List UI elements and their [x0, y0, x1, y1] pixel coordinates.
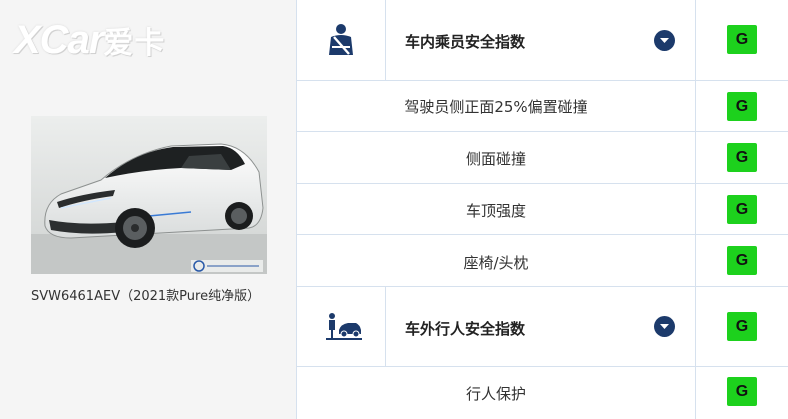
chevron-down-icon[interactable] — [654, 316, 675, 337]
section-title: 车外行人安全指数 — [405, 320, 526, 338]
rating-badge: G — [727, 195, 757, 224]
test-label: 行人保护 — [465, 385, 526, 403]
test-row: 行人保护 G — [297, 367, 788, 419]
seatbelt-occupant-icon — [329, 24, 353, 55]
vehicle-photo — [31, 116, 267, 274]
chevron-down-icon[interactable] — [654, 30, 675, 51]
test-row: 驾驶员侧正面25%偏置碰撞 G — [297, 81, 788, 132]
test-row: 座椅/头枕 G — [297, 235, 788, 287]
test-label: 驾驶员侧正面25%偏置碰撞 — [404, 98, 588, 116]
rating-badge: G — [727, 143, 757, 172]
rating-badge: G — [727, 312, 757, 341]
vehicle-caption: SVW6461AEV（2021款Pure纯净版） — [31, 289, 261, 304]
test-label: 座椅/头枕 — [463, 254, 529, 272]
rating-badge: G — [727, 25, 757, 54]
section-header-occupant[interactable]: 车内乘员安全指数 G — [297, 0, 788, 81]
rating-badge: G — [727, 92, 757, 121]
pedestrian-car-icon — [326, 313, 362, 340]
vehicle-panel: XCar爱卡 SVW6461AEV（2021款Pure纯净版） — [0, 0, 297, 419]
test-label: 车顶强度 — [465, 202, 526, 220]
section-title: 车内乘员安全指数 — [405, 33, 526, 51]
test-row: 车顶强度 G — [297, 184, 788, 235]
rating-badge: G — [727, 377, 757, 406]
test-label: 侧面碰撞 — [465, 150, 526, 168]
rating-badge: G — [727, 246, 757, 275]
rating-table: 车内乘员安全指数 G 驾驶员侧正面25%偏置碰撞 G 侧面碰撞 G 车顶强度 G… — [297, 0, 788, 419]
section-header-pedestrian[interactable]: 车外行人安全指数 G — [297, 287, 788, 367]
watermark-logo: XCar爱卡 — [14, 18, 166, 62]
test-row: 侧面碰撞 G — [297, 132, 788, 184]
